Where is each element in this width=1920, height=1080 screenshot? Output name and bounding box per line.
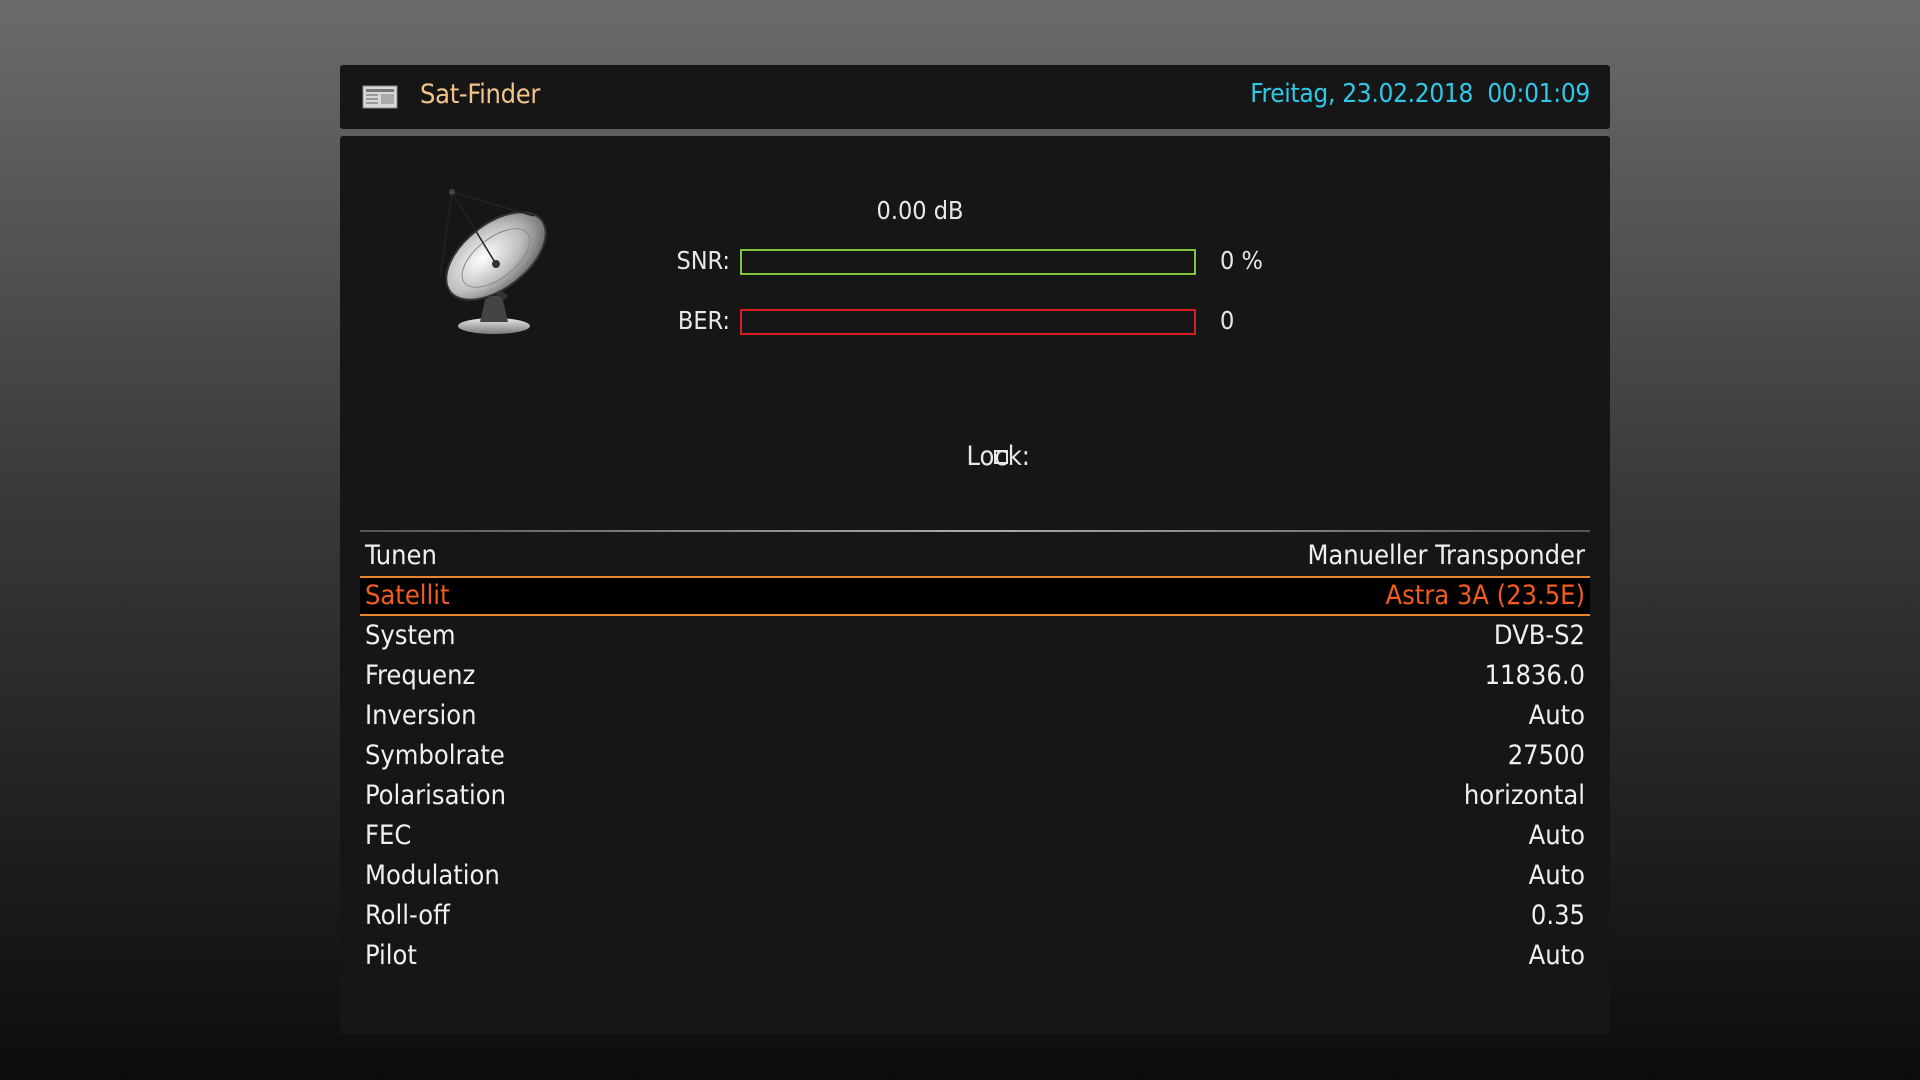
setting-value: DVB-S2: [1493, 620, 1585, 651]
ber-meter: [740, 309, 1196, 335]
setting-value: Astra 3A (23.5E): [1385, 580, 1585, 611]
setting-label: Tunen: [365, 540, 437, 571]
divider: [360, 530, 1590, 532]
snr-meter: [740, 249, 1196, 275]
lock-label: Lock:: [966, 441, 1030, 472]
title-bar: Sat-Finder Freitag, 23.02.2018 00:01:09: [340, 65, 1610, 129]
signal-db-value: 0.00 dB: [876, 196, 964, 225]
setting-row-inversion[interactable]: Inversion Auto: [360, 696, 1590, 736]
setting-label: Polarisation: [365, 780, 506, 811]
ber-value: 0: [1220, 306, 1235, 335]
setting-label: Frequenz: [365, 660, 476, 691]
setting-label: FEC: [365, 820, 412, 851]
setting-label: Satellit: [365, 580, 450, 611]
setting-row-fec[interactable]: FEC Auto: [360, 816, 1590, 856]
settings-list: Tunen Manueller Transponder Satellit Ast…: [360, 536, 1590, 976]
setting-row-satellit[interactable]: Satellit Astra 3A (23.5E): [360, 576, 1590, 616]
setting-row-system[interactable]: System DVB-S2: [360, 616, 1590, 656]
setting-value: horizontal: [1463, 780, 1585, 811]
setting-row-pilot[interactable]: Pilot Auto: [360, 936, 1590, 976]
setting-row-symbolrate[interactable]: Symbolrate 27500: [360, 736, 1590, 776]
setting-label: Symbolrate: [365, 740, 505, 771]
setting-label: System: [365, 620, 456, 651]
snr-value: 0 %: [1220, 246, 1263, 275]
setting-value: Auto: [1528, 700, 1585, 731]
setting-value: Auto: [1528, 820, 1585, 851]
setting-row-tunen[interactable]: Tunen Manueller Transponder: [360, 536, 1590, 576]
snr-label: SNR:: [676, 246, 730, 275]
setting-value: Auto: [1528, 940, 1585, 971]
setting-label: Modulation: [365, 860, 500, 891]
setting-row-modulation[interactable]: Modulation Auto: [360, 856, 1590, 896]
lock-indicator-checkbox: [994, 450, 1008, 464]
setting-row-frequenz[interactable]: Frequenz 11836.0: [360, 656, 1590, 696]
setting-row-polarisation[interactable]: Polarisation horizontal: [360, 776, 1590, 816]
setting-row-roll-off[interactable]: Roll-off 0.35: [360, 896, 1590, 936]
date-time-clock: Freitag, 23.02.2018 00:01:09: [1250, 79, 1590, 109]
menu-card-icon: [362, 85, 398, 109]
setting-value: 0.35: [1530, 900, 1585, 931]
sat-finder-panel: 0.00 dB SNR: 0 % BER: 0 Lock: Tunen Manu…: [340, 136, 1610, 1034]
setting-value: 11836.0: [1484, 660, 1585, 691]
satellite-dish-icon: [439, 189, 547, 334]
screen-title: Sat-Finder: [420, 79, 541, 110]
setting-label: Inversion: [365, 700, 477, 731]
setting-value: Manueller Transponder: [1307, 540, 1585, 571]
ber-label: BER:: [677, 306, 730, 335]
setting-label: Pilot: [365, 940, 417, 971]
setting-label: Roll-off: [365, 900, 450, 931]
setting-value: 27500: [1507, 740, 1585, 771]
setting-value: Auto: [1528, 860, 1585, 891]
